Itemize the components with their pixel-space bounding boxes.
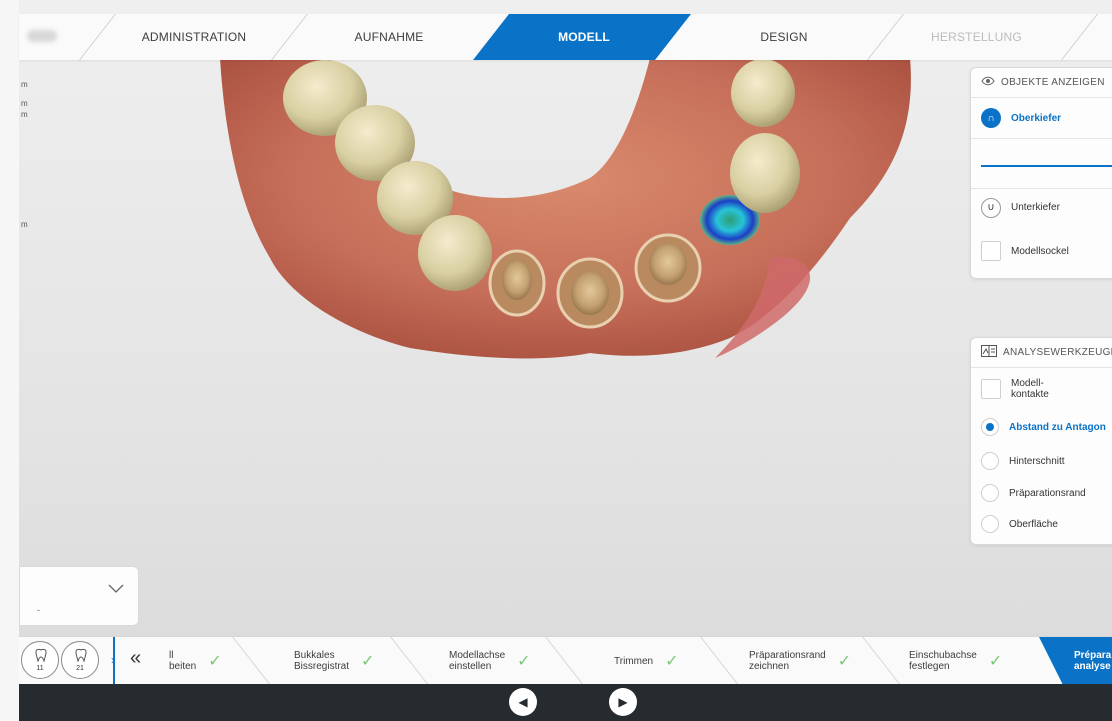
logo bbox=[27, 30, 57, 42]
check-icon: ✓ bbox=[837, 652, 852, 670]
tab-separator bbox=[271, 14, 308, 60]
dental-model[interactable] bbox=[210, 58, 920, 378]
margin-radio[interactable] bbox=[981, 484, 999, 502]
surface-label: Oberfläche bbox=[1009, 518, 1058, 530]
undercut-radio[interactable] bbox=[981, 452, 999, 470]
tooth-number: 21 bbox=[76, 665, 84, 672]
selector-value: - bbox=[37, 605, 40, 615]
check-icon: ✓ bbox=[208, 652, 222, 670]
workflow-step-label: Bukkales Bissregistrat bbox=[294, 650, 350, 672]
step-separator bbox=[232, 637, 271, 685]
prep-stump-core bbox=[571, 271, 609, 315]
tab-design[interactable]: DESIGN bbox=[709, 14, 859, 60]
step-separator bbox=[700, 637, 739, 685]
model-contacts-row[interactable]: Modell- kontakte bbox=[971, 368, 1112, 410]
model-base-label: Modellsockel bbox=[1011, 245, 1069, 257]
selector-dropdown[interactable]: - bbox=[19, 566, 139, 626]
tab-separator bbox=[79, 14, 116, 60]
analysis-option-distance[interactable]: Abstand zu Antagon bbox=[971, 410, 1112, 444]
workflow-step[interactable]: Trimmen ✓ bbox=[614, 637, 678, 685]
workflow-step[interactable]: Modellachse einstellen ✓ bbox=[449, 637, 531, 685]
tab-modell[interactable]: MODELL bbox=[509, 14, 659, 60]
workflow-step[interactable]: Präparationsrand zeichnen ✓ bbox=[749, 637, 851, 685]
tab-administration[interactable]: ADMINISTRATION bbox=[129, 14, 259, 60]
prev-arrow-icon[interactable]: ◀ bbox=[509, 688, 537, 716]
workflow-step-label: Präparationsrand zeichnen bbox=[749, 650, 826, 672]
footer-bar: ◀ ▶ bbox=[19, 684, 1112, 721]
workflow-step-label: Einschubachse festlegen bbox=[909, 650, 977, 672]
objects-panel: OBJEKTE ANZEIGEN ∩ Oberkiefer ∪ Unterkie… bbox=[970, 67, 1112, 279]
workflow-bar: 11 21 › « ll beiten ✓ Bukkales Bissregis… bbox=[19, 636, 1112, 685]
check-icon: ✓ bbox=[665, 652, 679, 670]
chevron-down-icon[interactable] bbox=[108, 581, 124, 599]
tooth bbox=[418, 215, 492, 291]
check-icon: ✓ bbox=[361, 652, 375, 670]
analysis-panel-title: ANALYSEWERKZEUGE bbox=[1003, 347, 1112, 358]
analysis-option-surface[interactable]: Oberfläche bbox=[971, 508, 1112, 540]
analysis-tools-icon bbox=[981, 345, 997, 360]
top-navigation: ADMINISTRATION AUFNAHME MODELL DESIGN HE… bbox=[19, 14, 1112, 60]
margin-label: Präparationsrand bbox=[1009, 487, 1086, 499]
tab-separator bbox=[1061, 14, 1098, 60]
chevron-right-icon: › bbox=[111, 653, 115, 667]
left-strip bbox=[0, 0, 19, 721]
measure-label: m bbox=[21, 80, 28, 89]
collapse-icon[interactable]: « bbox=[130, 647, 141, 670]
lower-jaw-label: Unterkiefer bbox=[1011, 202, 1060, 213]
check-icon: ✓ bbox=[517, 652, 531, 670]
workflow-step-label: Modellachse einstellen bbox=[449, 650, 506, 672]
workflow-step-label: ll beiten bbox=[169, 650, 197, 672]
upper-jaw-label: Oberkiefer bbox=[1011, 112, 1062, 124]
step-separator bbox=[390, 637, 429, 685]
prep-stump-core bbox=[649, 243, 687, 285]
analysis-option-margin[interactable]: Präparationsrand bbox=[971, 478, 1112, 508]
step-separator bbox=[862, 637, 901, 685]
tooth-button-11[interactable]: 11 bbox=[21, 641, 59, 679]
active-step-label[interactable]: Prépara analyse bbox=[1074, 637, 1111, 685]
workflow-step[interactable]: Einschubachse festlegen ✓ bbox=[909, 637, 1002, 685]
tab-separator bbox=[867, 14, 904, 60]
undercut-label: Hinterschnitt bbox=[1009, 455, 1065, 467]
model-contacts-label: Modell- kontakte bbox=[1011, 378, 1049, 400]
prep-stump-core bbox=[502, 260, 532, 300]
lower-jaw-icon: ∪ bbox=[981, 197, 1001, 218]
surface-radio[interactable] bbox=[981, 515, 999, 533]
analysis-panel: ANALYSEWERKZEUGE Modell- kontakte Abstan… bbox=[970, 337, 1112, 545]
model-base-checkbox[interactable] bbox=[981, 241, 1001, 261]
tab-herstellung: HERSTELLUNG bbox=[931, 30, 1022, 44]
tooth-number: 11 bbox=[36, 665, 44, 672]
upper-jaw-row[interactable]: ∩ Oberkiefer bbox=[971, 98, 1112, 138]
app-window: m m m m ADMINISTRATION AUFNAHME MODELL D… bbox=[0, 0, 1112, 721]
opacity-slider-area bbox=[971, 138, 1112, 188]
measure-label: m bbox=[21, 220, 28, 229]
analysis-option-undercut[interactable]: Hinterschnitt bbox=[971, 444, 1112, 478]
distance-label: Abstand zu Antagon bbox=[1009, 421, 1106, 433]
opacity-slider[interactable] bbox=[981, 165, 1112, 167]
distance-radio[interactable] bbox=[981, 418, 999, 436]
workflow-step-label: Trimmen bbox=[614, 655, 654, 667]
check-icon: ✓ bbox=[988, 652, 1003, 670]
workflow-step[interactable]: Bukkales Bissregistrat ✓ bbox=[294, 637, 374, 685]
objects-panel-title: OBJEKTE ANZEIGEN bbox=[1001, 77, 1105, 88]
lower-jaw-row[interactable]: ∪ Unterkiefer bbox=[971, 188, 1112, 226]
upper-jaw-icon: ∩ bbox=[981, 108, 1001, 128]
measure-label: m bbox=[21, 99, 28, 108]
eye-icon bbox=[981, 76, 995, 89]
model-contacts-checkbox[interactable] bbox=[981, 379, 1001, 399]
analysis-panel-header: ANALYSEWERKZEUGE bbox=[971, 338, 1112, 368]
measure-label: m bbox=[21, 110, 28, 119]
tab-aufnahme[interactable]: AUFNAHME bbox=[319, 14, 459, 60]
workflow-step[interactable]: ll beiten ✓ bbox=[169, 637, 222, 685]
next-arrow-icon[interactable]: ▶ bbox=[609, 688, 637, 716]
objects-panel-header: OBJEKTE ANZEIGEN bbox=[971, 68, 1112, 98]
tooth-button-21[interactable]: 21 bbox=[61, 641, 99, 679]
tooth bbox=[731, 59, 795, 127]
model-base-row[interactable]: Modellsockel bbox=[971, 226, 1112, 276]
tooth bbox=[730, 133, 800, 213]
step-separator bbox=[545, 637, 584, 685]
